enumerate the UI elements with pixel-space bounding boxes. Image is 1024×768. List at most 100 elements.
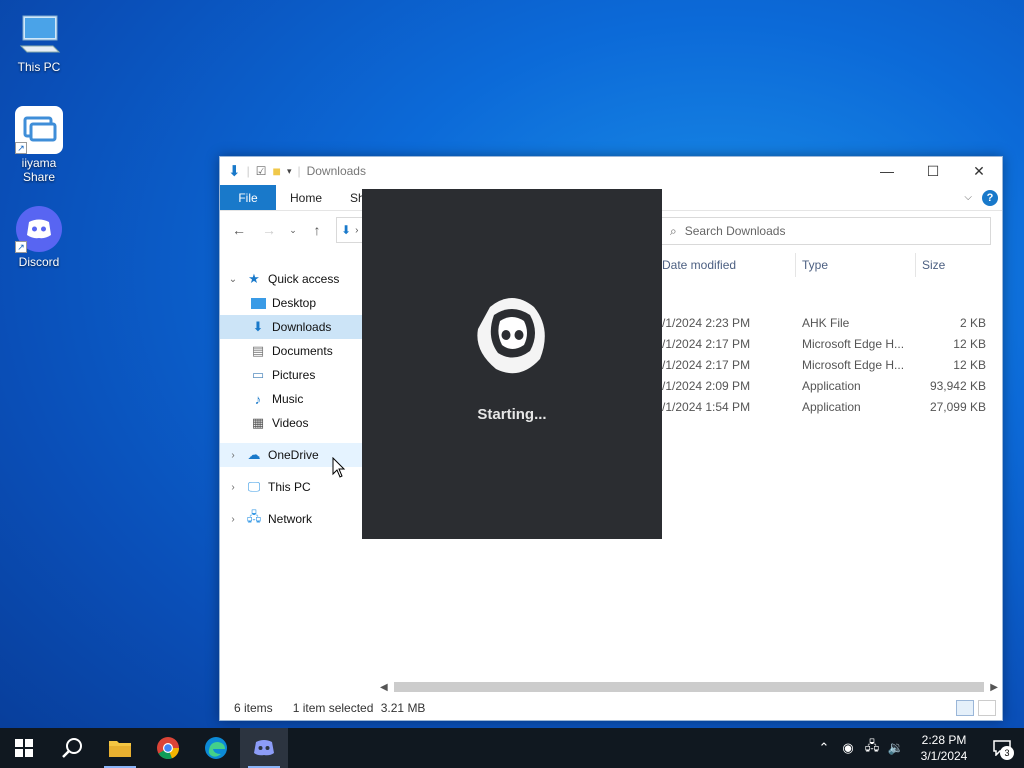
edge-icon: [205, 737, 227, 759]
downloads-icon: ⬇: [252, 319, 264, 334]
shortcut-arrow-icon: ↗: [15, 241, 27, 253]
nav-network[interactable]: › 🖧 Network: [220, 507, 378, 531]
cell-size: 2 KB: [959, 315, 986, 330]
selection-size: 3.21 MB: [380, 701, 426, 715]
back-button[interactable]: ←: [228, 222, 250, 238]
maximize-button[interactable]: ☐: [910, 157, 956, 185]
mouse-cursor-icon: [332, 456, 346, 482]
desktop-folder-icon: [250, 295, 266, 311]
desktop-icon-label: iiyama Share: [21, 156, 57, 184]
desktop-icon-discord[interactable]: ↗ Discord: [8, 205, 70, 269]
column-size[interactable]: Size: [916, 253, 994, 277]
table-row[interactable]: /1/2024 2:23 PM AHK File 2 KB: [656, 312, 988, 333]
clock[interactable]: 2:28 PM 3/1/2024: [908, 732, 980, 764]
cell-size: 27,099 KB: [929, 399, 986, 414]
windows-icon: [15, 739, 33, 757]
cell-date: /1/2024 2:17 PM: [662, 336, 751, 351]
cloud-icon: ☁: [247, 447, 261, 462]
close-button[interactable]: ✕: [956, 157, 1002, 185]
nav-music[interactable]: ♪ Music: [220, 387, 378, 411]
chevron-right-icon[interactable]: ›: [226, 482, 240, 493]
clock-date: 3/1/2024: [920, 749, 968, 763]
chevron-down-icon[interactable]: ⌄: [226, 274, 240, 285]
large-icons-view-button[interactable]: [978, 700, 996, 716]
download-arrow-icon: ⬇: [228, 163, 241, 180]
chevron-right-icon[interactable]: ›: [226, 514, 240, 525]
scrollbar-thumb[interactable]: [393, 682, 985, 692]
qa-dropdown-icon[interactable]: ▾: [287, 166, 292, 177]
show-hidden-icons-chevron-up-icon[interactable]: ⌃: [812, 740, 836, 756]
scroll-right-icon[interactable]: ▶: [990, 682, 998, 693]
taskbar-discord[interactable]: [240, 728, 288, 768]
column-date-modified[interactable]: Date modified: [656, 253, 796, 277]
navigation-pane: ⌄ ★ Quick access Desktop ⬇ Downloads ▤ D…: [220, 267, 378, 690]
column-type[interactable]: Type: [796, 253, 916, 277]
forward-button[interactable]: →: [258, 222, 280, 238]
table-row[interactable]: /1/2024 2:09 PM Application 93,942 KB: [656, 375, 988, 396]
cell-type: Microsoft Edge H...: [802, 336, 905, 351]
taskbar-file-explorer[interactable]: [96, 728, 144, 768]
nav-label: Quick access: [268, 272, 340, 286]
minimize-button[interactable]: —: [864, 157, 910, 185]
title-bar: ⬇ | ☑ ■ ▾ | Downloads — ☐ ✕: [220, 157, 1002, 185]
taskbar-chrome[interactable]: [144, 728, 192, 768]
recent-locations-icon[interactable]: ⌄: [288, 225, 298, 236]
cell-type: Microsoft Edge H...: [802, 357, 905, 372]
notification-count-badge: 3: [1000, 746, 1014, 760]
cell-date: /1/2024 2:23 PM: [662, 315, 751, 330]
volume-icon[interactable]: 🔉: [884, 740, 908, 756]
nav-downloads[interactable]: ⬇ Downloads: [220, 315, 378, 339]
tab-home[interactable]: Home: [276, 185, 336, 210]
tab-file[interactable]: File: [220, 185, 276, 210]
expand-ribbon-icon[interactable]: ⌵: [964, 192, 972, 203]
discord-splash-window: Starting...: [362, 189, 662, 539]
nav-quick-access[interactable]: ⌄ ★ Quick access: [220, 267, 378, 291]
table-row[interactable]: /1/2024 2:17 PM Microsoft Edge H... 12 K…: [656, 354, 988, 375]
nav-pictures[interactable]: ▭ Pictures: [220, 363, 378, 387]
nav-label: Pictures: [272, 368, 316, 382]
desktop-icon-this-pc[interactable]: This PC: [8, 10, 70, 74]
scroll-left-icon[interactable]: ◀: [380, 682, 388, 693]
nav-this-pc[interactable]: › 🖵 This PC: [220, 475, 378, 499]
discord-tray-icon[interactable]: ◉: [836, 740, 860, 756]
nav-onedrive[interactable]: › ☁ OneDrive: [220, 443, 378, 467]
table-row[interactable]: /1/2024 1:54 PM Application 27,099 KB: [656, 396, 988, 417]
table-row[interactable]: /1/2024 2:17 PM Microsoft Edge H... 12 K…: [656, 333, 988, 354]
desktop-icon-label: Discord: [18, 255, 60, 269]
download-arrow-icon: ⬇: [341, 223, 352, 237]
action-center-button[interactable]: 3: [980, 728, 1024, 768]
cell-size: 12 KB: [953, 336, 986, 351]
new-folder-icon[interactable]: ■: [272, 163, 280, 179]
start-button[interactable]: [0, 728, 48, 768]
network-icon[interactable]: 🖧: [860, 737, 884, 759]
pictures-icon: ▭: [251, 367, 265, 382]
cell-date: /1/2024 2:09 PM: [662, 378, 751, 393]
item-count: 6 items: [234, 701, 273, 715]
network-icon: 🖧: [246, 509, 262, 524]
discord-logo-icon: [470, 289, 554, 388]
properties-icon[interactable]: ☑: [256, 164, 267, 178]
nav-label: Network: [268, 512, 313, 526]
nav-label: Music: [272, 392, 304, 406]
search-button[interactable]: [48, 728, 96, 768]
horizontal-scrollbar[interactable]: ◀ ▶: [380, 680, 998, 694]
videos-icon: ▦: [251, 415, 265, 430]
nav-desktop[interactable]: Desktop: [220, 291, 378, 315]
chrome-icon: [157, 737, 180, 760]
details-view-button[interactable]: [956, 700, 974, 716]
computer-icon: 🖵: [247, 479, 261, 494]
nav-label: Downloads: [272, 320, 332, 334]
nav-documents[interactable]: ▤ Documents: [220, 339, 378, 363]
system-tray: ⌃ ◉ 🖧 🔉 2:28 PM 3/1/2024 3: [812, 728, 1024, 768]
chevron-right-icon: ›: [355, 224, 359, 236]
help-icon[interactable]: ?: [982, 189, 998, 206]
nav-videos[interactable]: ▦ Videos: [220, 411, 378, 435]
cell-size: 12 KB: [953, 357, 986, 372]
cell-type: Application: [802, 399, 861, 414]
search-input[interactable]: ⌕ Search Downloads: [661, 217, 991, 245]
desktop-icon-iiyama-share[interactable]: ↗ iiyama Share: [8, 106, 70, 184]
documents-icon: ▤: [251, 343, 265, 358]
chevron-right-icon[interactable]: ›: [226, 450, 240, 461]
taskbar-edge[interactable]: [192, 728, 240, 768]
up-button[interactable]: ↑: [306, 222, 328, 238]
